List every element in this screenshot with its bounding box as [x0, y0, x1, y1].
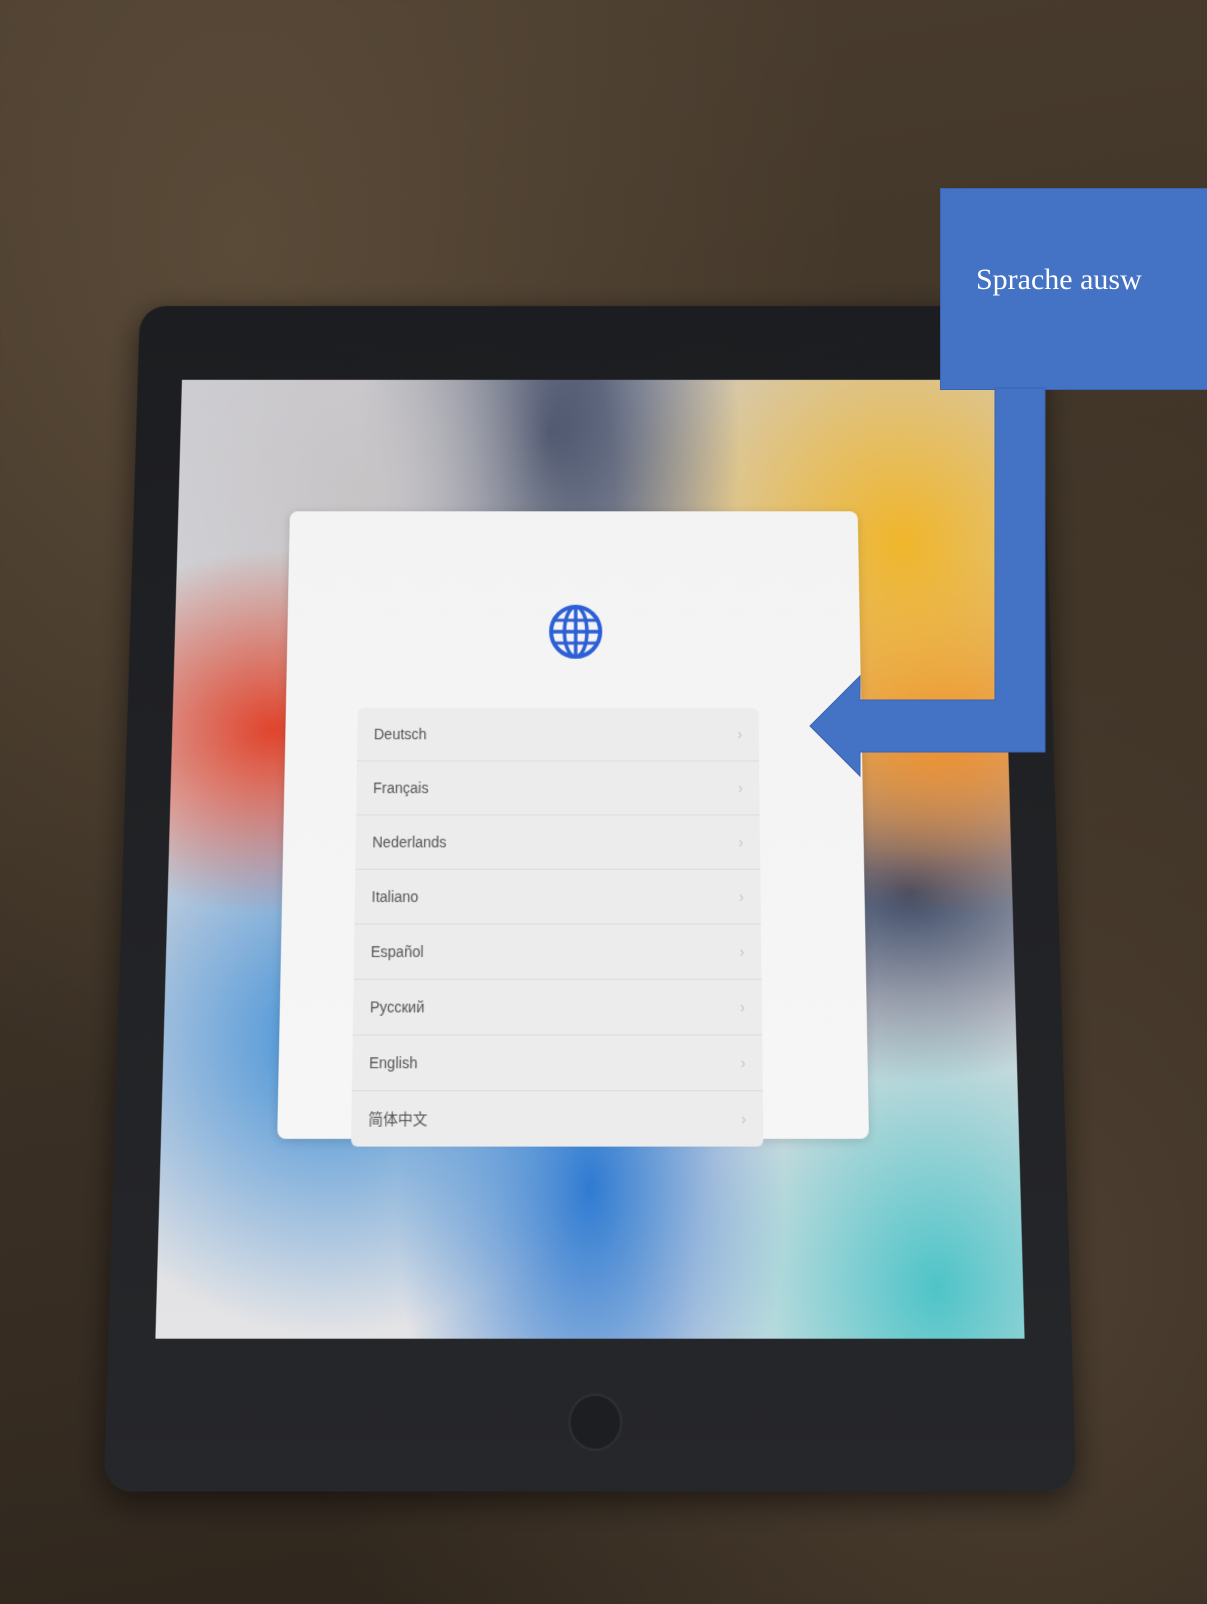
- language-item-english[interactable]: English ›: [351, 1035, 763, 1092]
- chevron-right-icon: ›: [740, 1053, 746, 1072]
- chevron-right-icon: ›: [737, 725, 743, 743]
- chevron-right-icon: ›: [739, 888, 745, 906]
- chevron-right-icon: ›: [741, 1110, 747, 1128]
- ipad-device: Deutsch › Français › Nederlands › Italia…: [103, 306, 1077, 1492]
- language-label: Deutsch: [373, 725, 427, 743]
- language-item-italiano[interactable]: Italiano ›: [354, 869, 761, 925]
- language-label: English: [369, 1053, 418, 1072]
- language-item-nederlands[interactable]: Nederlands ›: [355, 815, 761, 870]
- language-label: Nederlands: [372, 833, 447, 851]
- language-item-deutsch[interactable]: Deutsch ›: [356, 707, 760, 762]
- language-selection-panel: Deutsch › Français › Nederlands › Italia…: [277, 511, 869, 1147]
- chevron-right-icon: ›: [737, 779, 743, 797]
- language-label: Español: [370, 942, 424, 961]
- home-button[interactable]: [568, 1393, 623, 1451]
- language-label: Русский: [369, 998, 425, 1016]
- language-item-russian[interactable]: Русский ›: [352, 979, 763, 1036]
- chevron-right-icon: ›: [740, 998, 746, 1016]
- instruction-callout: Sprache ausw: [940, 188, 1207, 390]
- language-label: 简体中文: [368, 1110, 428, 1128]
- language-list: Deutsch › Français › Nederlands › Italia…: [351, 707, 764, 1147]
- globe-icon: [548, 604, 603, 660]
- setup-screen: Deutsch › Français › Nederlands › Italia…: [155, 379, 1025, 1339]
- callout-text: Sprache ausw: [976, 263, 1142, 296]
- language-item-espanol[interactable]: Español ›: [353, 924, 762, 980]
- language-label: Français: [372, 779, 429, 797]
- language-label: Italiano: [371, 888, 419, 906]
- chevron-right-icon: ›: [739, 942, 745, 961]
- chevron-right-icon: ›: [738, 833, 744, 851]
- language-item-francais[interactable]: Français ›: [356, 761, 760, 816]
- language-item-chinese-simplified[interactable]: 简体中文 ›: [351, 1091, 763, 1146]
